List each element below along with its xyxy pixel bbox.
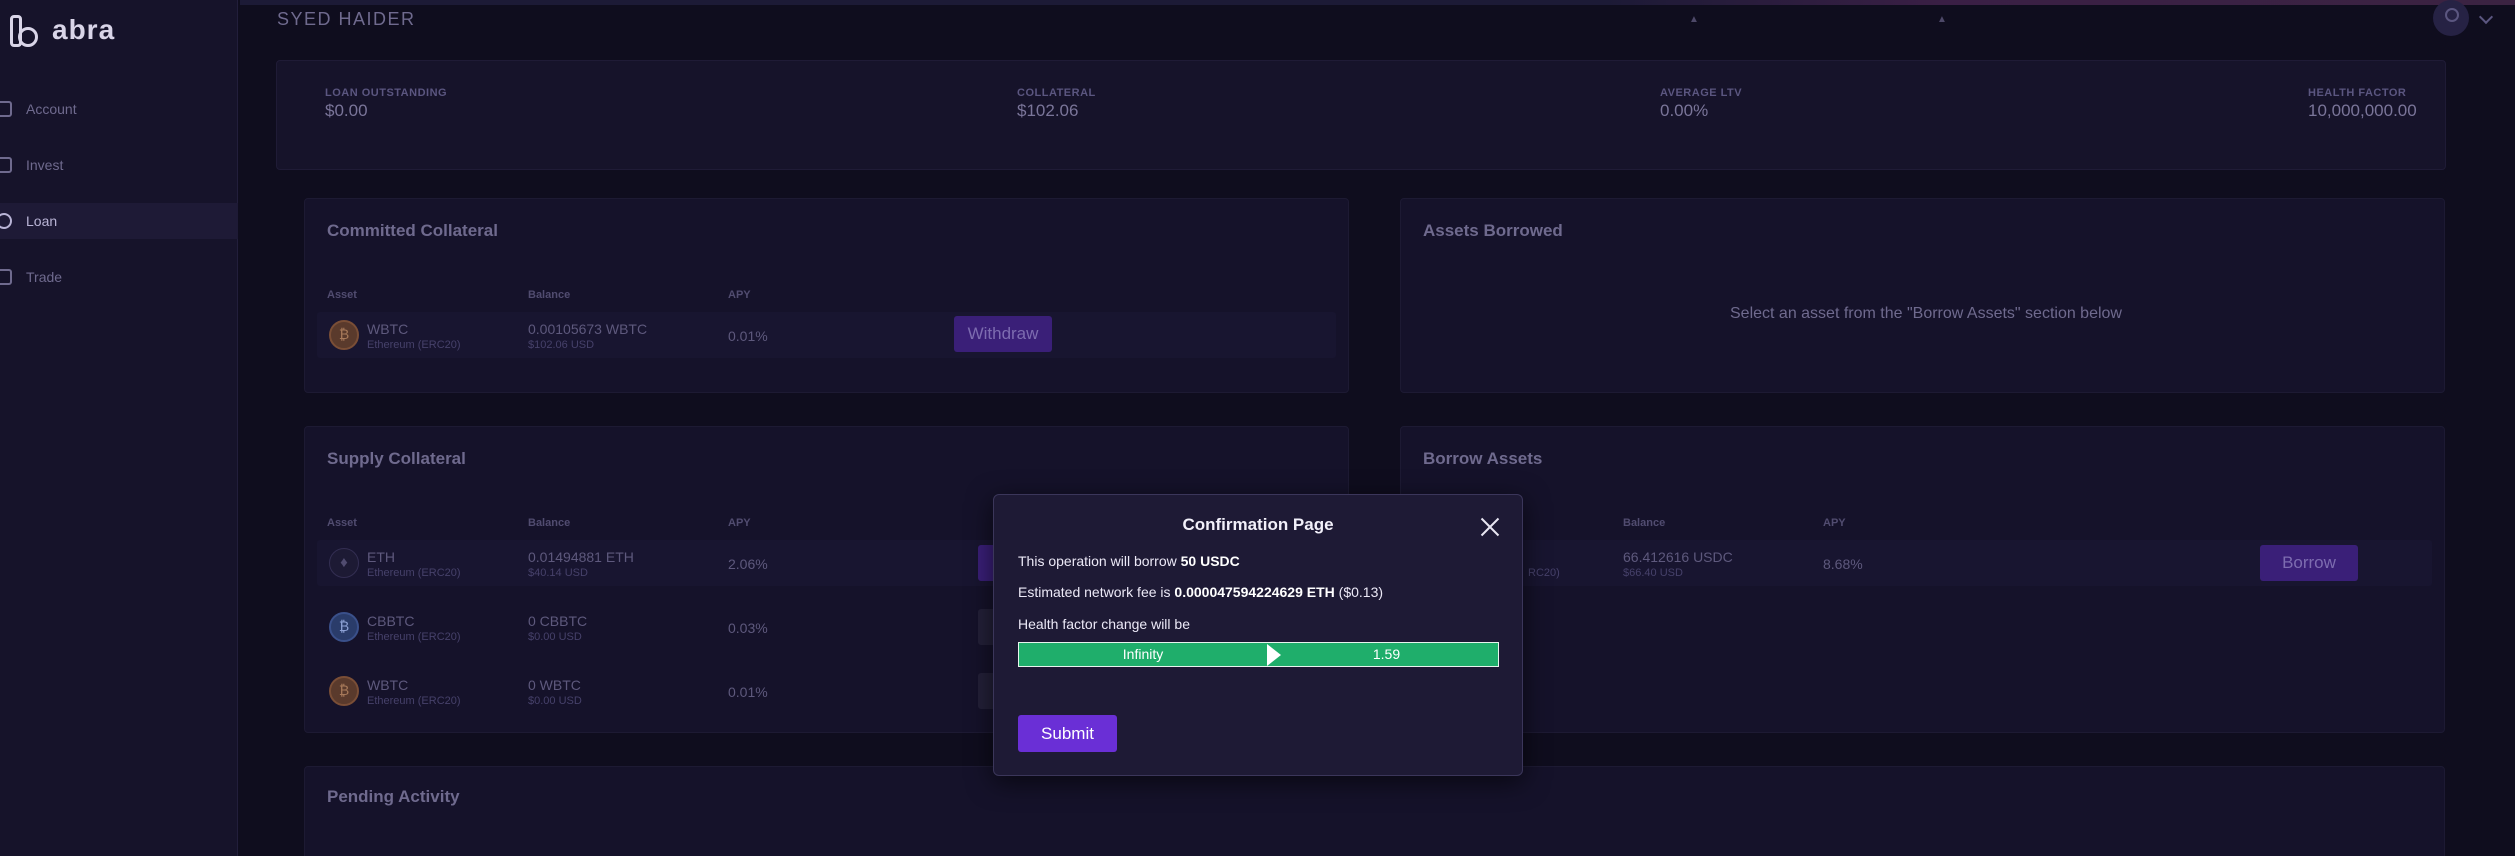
- table-row: RC20) 66.412616 USDC $66.40 USD 8.68% Bo…: [1413, 540, 2432, 586]
- card-title: Supply Collateral: [327, 449, 466, 468]
- borrow-amount: 50 USDC: [1180, 553, 1240, 569]
- health-factor-bar: Infinity 1.59: [1018, 642, 1499, 667]
- asset-balance-usd: $0.00 USD: [528, 631, 582, 643]
- asset-network: Ethereum (ERC20): [367, 631, 461, 643]
- abra-logo-icon: [8, 15, 38, 47]
- sidebar-item-account[interactable]: Account: [0, 91, 238, 127]
- card-title: Committed Collateral: [327, 221, 498, 240]
- asset-balance: 66.412616 USDC: [1623, 549, 1733, 565]
- asset-network: RC20): [1528, 567, 1560, 579]
- sidebar-item-label: Loan: [26, 213, 58, 229]
- collateral-value: $102.06: [1017, 101, 1079, 120]
- user-name: SYED HAIDER: [277, 9, 416, 29]
- close-icon[interactable]: [1480, 517, 1500, 537]
- withdraw-button[interactable]: Withdraw: [954, 316, 1052, 352]
- collateral-label: COLLATERAL: [1017, 87, 1096, 99]
- asset-balance-usd: $0.00 USD: [528, 695, 582, 707]
- chart-icon: [0, 157, 12, 173]
- average-ltv-value: 0.00%: [1660, 101, 1709, 120]
- asset-apy: 0.03%: [728, 620, 768, 636]
- column-header-asset: Asset: [327, 517, 357, 529]
- modal-title: Confirmation Page: [1182, 515, 1334, 534]
- column-header-asset: Asset: [327, 289, 357, 301]
- asset-apy: 0.01%: [728, 328, 768, 344]
- pending-activity-card: Pending Activity: [304, 766, 2445, 856]
- top-progress-line: [240, 0, 2515, 5]
- loan-summary-panel: LOAN OUTSTANDING $0.00 COLLATERAL $102.0…: [276, 60, 2446, 170]
- asset-network: Ethereum (ERC20): [367, 695, 461, 707]
- card-title: Borrow Assets: [1423, 449, 1543, 468]
- chevron-down-icon[interactable]: [2478, 9, 2494, 25]
- card-title: Pending Activity: [327, 787, 460, 806]
- sidebar-item-label: Account: [26, 101, 77, 117]
- asset-name: CBBTC: [367, 613, 415, 629]
- asset-balance-usd: $40.14 USD: [528, 567, 588, 579]
- column-header-apy: APY: [728, 517, 751, 529]
- table-row: WBTC Ethereum (ERC20) 0.00105673 WBTC $1…: [317, 312, 1336, 358]
- health-factor-change-label: Health factor change will be: [1018, 616, 1190, 632]
- asset-balance: 0.00105673 WBTC: [528, 321, 648, 337]
- asset-apy: 0.01%: [728, 684, 768, 700]
- top-bar: SYED HAIDER ▲ ▲: [240, 0, 2515, 44]
- eth-coin-icon: [329, 548, 359, 578]
- health-factor-value: 10,000,000.00: [2308, 101, 2417, 120]
- fee-summary: Estimated network fee is 0.0000475942246…: [1018, 584, 1383, 600]
- asset-balance-usd: $102.06 USD: [528, 339, 595, 351]
- column-header-balance: Balance: [528, 517, 571, 529]
- fee-amount: 0.000047594224629 ETH: [1174, 584, 1335, 600]
- header-tab[interactable]: ▲: [1918, 14, 1966, 36]
- abra-logo[interactable]: abra: [8, 14, 116, 47]
- wbtc-coin-icon: [329, 320, 359, 350]
- fee-summary-text: Estimated network fee is: [1018, 584, 1175, 600]
- cbbtc-coin-icon: [329, 612, 359, 642]
- asset-network: Ethereum (ERC20): [367, 339, 461, 351]
- loan-outstanding-label: LOAN OUTSTANDING: [325, 87, 448, 99]
- borrow-summary-text: This operation will borrow: [1018, 553, 1181, 569]
- column-header-balance: Balance: [528, 289, 571, 301]
- exchange-icon: [0, 269, 12, 285]
- committed-collateral-card: Committed Collateral Asset Balance APY W…: [304, 198, 1349, 393]
- submit-button[interactable]: Submit: [1018, 715, 1117, 752]
- asset-network: Ethereum (ERC20): [367, 567, 461, 579]
- asset-balance: 0 WBTC: [528, 677, 581, 693]
- coins-icon: [0, 213, 12, 229]
- logo-text: abra: [52, 14, 116, 45]
- sidebar-item-invest[interactable]: Invest: [0, 147, 238, 183]
- sidebar: abra Account Invest Loan Trade: [0, 0, 238, 856]
- health-factor-from: Infinity: [1122, 646, 1164, 662]
- asset-balance: 0 CBBTC: [528, 613, 588, 629]
- column-header-apy: APY: [1823, 517, 1846, 529]
- health-factor-label: HEALTH FACTOR: [2308, 87, 2407, 99]
- empty-borrowed-message: Select an asset from the "Borrow Assets"…: [1730, 305, 2122, 322]
- sidebar-item-label: Invest: [26, 157, 64, 173]
- borrow-assets-card: Borrow Assets Balance APY RC20) 66.41261…: [1400, 426, 2445, 733]
- column-header-balance: Balance: [1623, 517, 1666, 529]
- assets-borrowed-card: Assets Borrowed Select an asset from the…: [1400, 198, 2445, 393]
- card-title: Assets Borrowed: [1423, 221, 1563, 240]
- fee-usd: ($0.13): [1334, 584, 1384, 600]
- avatar[interactable]: [2433, 0, 2469, 36]
- asset-balance-usd: $66.40 USD: [1623, 567, 1683, 579]
- wbtc-coin-icon: [329, 676, 359, 706]
- sidebar-item-trade[interactable]: Trade: [0, 259, 238, 295]
- wallet-icon: [0, 101, 12, 117]
- confirmation-modal: Confirmation Page This operation will bo…: [993, 494, 1523, 776]
- borrow-summary: This operation will borrow 50 USDC: [1018, 553, 1240, 569]
- average-ltv-label: AVERAGE LTV: [1660, 87, 1743, 99]
- asset-name: WBTC: [367, 321, 409, 337]
- asset-balance: 0.01494881 ETH: [528, 549, 634, 565]
- column-header-apy: APY: [728, 289, 751, 301]
- sidebar-item-loan[interactable]: Loan: [0, 203, 238, 239]
- asset-name: WBTC: [367, 677, 409, 693]
- asset-name: ETH: [367, 549, 395, 565]
- borrow-button[interactable]: Borrow: [2260, 545, 2358, 581]
- header-tab[interactable]: ▲: [1670, 14, 1718, 36]
- asset-apy: 8.68%: [1823, 556, 1863, 572]
- health-factor-to: 1.59: [1372, 646, 1401, 662]
- asset-apy: 2.06%: [728, 556, 768, 572]
- sidebar-item-label: Trade: [26, 269, 63, 285]
- loan-outstanding-value: $0.00: [325, 101, 368, 120]
